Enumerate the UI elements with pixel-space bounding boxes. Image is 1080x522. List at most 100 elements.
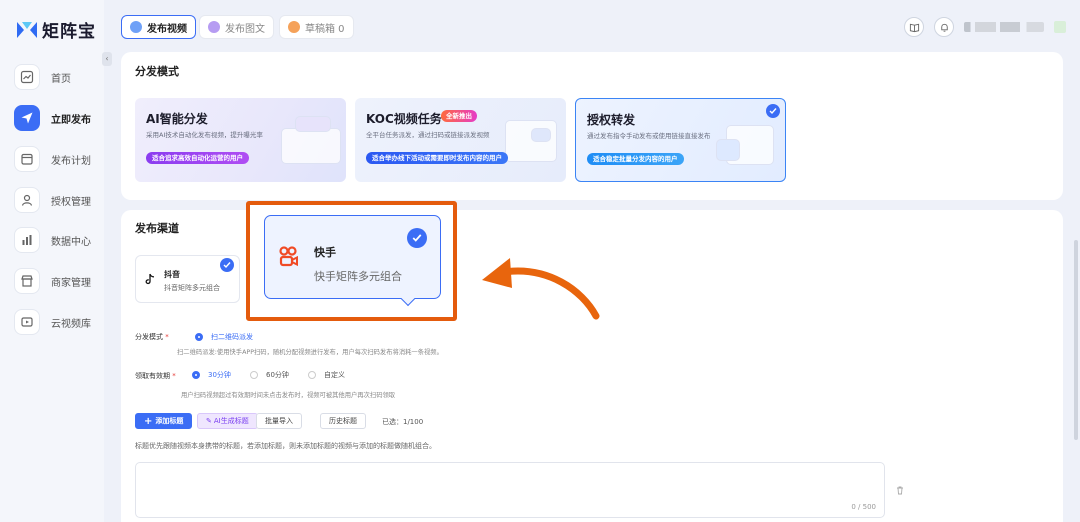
- sidebar-item-label: 云视频库: [51, 318, 91, 330]
- check-icon: [220, 258, 234, 272]
- required-mark: *: [165, 333, 169, 341]
- sidebar-item-data[interactable]: 数据中心: [14, 227, 91, 253]
- bell-icon[interactable]: [934, 17, 954, 37]
- history-titles-button[interactable]: 历史标题: [320, 413, 366, 429]
- batch-import-button[interactable]: 批量导入: [256, 413, 302, 429]
- mode-card-ai[interactable]: AI智能分发 采用AI技术自动化发布视频，提升曝光率 适合追求高效自动化运营的用…: [135, 98, 346, 182]
- channel-sub: 快手矩阵多元组合: [314, 270, 402, 283]
- video-tab-icon: [130, 21, 142, 33]
- radio-30min[interactable]: [192, 371, 200, 379]
- validity-label-text: 领取有效期: [135, 372, 170, 380]
- logo-icon: [17, 21, 37, 38]
- trash-icon[interactable]: [895, 485, 905, 495]
- card-illustration: [295, 116, 331, 132]
- page-scrollbar[interactable]: [1074, 240, 1078, 440]
- card-title: AI智能分发: [146, 112, 208, 126]
- annotation-arrow-icon: [482, 258, 600, 320]
- card-tag-button[interactable]: 适合追求高效自动化运营的用户: [146, 152, 249, 164]
- card-illustration: [531, 128, 551, 142]
- sidebar-item-publish[interactable]: 立即发布: [14, 105, 91, 131]
- sidebar-collapse-button[interactable]: ‹: [102, 52, 112, 66]
- douyin-icon: [145, 273, 155, 285]
- channel-kuaishou[interactable]: 快手 快手矩阵多元组合: [264, 215, 441, 307]
- card-desc: 全平台任务派发，通过扫码或链接派发视频: [366, 131, 490, 139]
- section-title: 发布渠道: [135, 222, 179, 235]
- image-text-tab-icon: [208, 21, 220, 33]
- mode-label-text: 分发模式: [135, 333, 163, 341]
- mode-card-koc[interactable]: KOC视频任务 全新推出 全平台任务派发，通过扫码或链接派发视频 适合举办线下活…: [355, 98, 566, 182]
- ai-generate-title-button[interactable]: ✎ AI生成标题: [197, 413, 258, 429]
- distribution-mode-panel: 分发模式 AI智能分发 采用AI技术自动化发布视频，提升曝光率 适合追求高效自动…: [121, 52, 1063, 200]
- sidebar-item-home[interactable]: 首页: [14, 64, 71, 90]
- drafts-tab-icon: [288, 21, 300, 33]
- radio-custom[interactable]: [308, 371, 316, 379]
- selected-count: 已选：1/100: [382, 418, 424, 426]
- mode-hint: 扫二维码派发:使用快手APP扫码，随机分配视频进行发布，用户每次扫码发布将消耗一…: [177, 349, 443, 356]
- sidebar-item-auth[interactable]: 授权管理: [14, 187, 91, 213]
- option-qr-dispatch[interactable]: 扫二维码派发: [211, 332, 253, 342]
- sidebar-item-label: 立即发布: [51, 114, 91, 126]
- top-bar: 发布视频 发布图文 草稿箱 0: [114, 0, 1080, 48]
- tab-label: 发布图文: [225, 23, 265, 35]
- card-desc: 采用AI技术自动化发布视频，提升曝光率: [146, 131, 263, 139]
- title-hint: 标题优先跟随视频本身携带的标题，若添加标题，则未添加标题的视频与添加的标题做随机…: [135, 442, 436, 450]
- radio-60min[interactable]: [250, 371, 258, 379]
- card-illustration: [281, 128, 341, 164]
- section-title: 分发模式: [135, 65, 179, 78]
- avatar[interactable]: [1054, 21, 1066, 33]
- option-custom[interactable]: 自定义: [324, 370, 345, 380]
- card-title: 授权转发: [587, 113, 636, 127]
- card-illustration: [505, 120, 557, 162]
- sidebar-item-label: 授权管理: [51, 196, 91, 208]
- sidebar-item-video-library[interactable]: 云视频库: [14, 309, 91, 335]
- user-account[interactable]: [964, 22, 1044, 32]
- sidebar-item-label: 商家管理: [51, 277, 91, 289]
- tab-publish-video[interactable]: 发布视频: [121, 15, 196, 39]
- add-title-button[interactable]: + 添加标题: [135, 413, 193, 429]
- calendar-icon: [14, 146, 40, 172]
- bar-chart-icon: [14, 227, 40, 253]
- sidebar-item-merchant[interactable]: 商家管理: [14, 268, 91, 294]
- pen-icon: ✎: [206, 417, 212, 425]
- option-30min[interactable]: 30分钟: [208, 370, 231, 380]
- option-60min[interactable]: 60分钟: [266, 370, 289, 380]
- sidebar-item-plan[interactable]: 发布计划: [14, 146, 91, 172]
- tab-label: 发布视频: [147, 23, 187, 35]
- card-desc: 通过发布指令手动发布或使用链接直接发布: [587, 132, 711, 140]
- card-title: KOC视频任务: [366, 112, 442, 126]
- char-counter: 0 / 500: [851, 503, 876, 511]
- sidebar-item-label: 发布计划: [51, 155, 91, 167]
- chart-line-icon: [14, 64, 40, 90]
- app-logo[interactable]: 矩阵宝: [16, 17, 96, 42]
- button-label: 添加标题: [155, 417, 184, 425]
- sidebar-item-label: 数据中心: [51, 236, 91, 248]
- card-illustration: [716, 139, 740, 161]
- check-icon: [407, 228, 427, 248]
- mode-label: 分发模式 *: [135, 332, 169, 342]
- card-tag-button[interactable]: 适合举办线下活动或需要即时发布内容的用户: [366, 152, 508, 164]
- tab-drafts[interactable]: 草稿箱 0: [279, 15, 354, 39]
- sidebar-item-label: 首页: [51, 73, 71, 85]
- button-label: AI生成标题: [213, 417, 249, 425]
- app-name: 矩阵宝: [42, 22, 96, 42]
- tab-publish-image-text[interactable]: 发布图文: [199, 15, 274, 39]
- kuaishou-icon: [279, 246, 298, 267]
- card-pointer: [400, 291, 416, 307]
- plus-icon: +: [144, 415, 153, 427]
- tab-label: 草稿箱 0: [305, 23, 345, 35]
- sidebar: 矩阵宝 首页 立即发布 发布计划 授权管理 数据中心 商家管理 云视频库: [0, 0, 104, 522]
- mode-card-authorized-forward[interactable]: 授权转发 通过发布指令手动发布或使用链接直接发布 适合稳定批量分发内容的用户: [575, 98, 786, 182]
- title-textarea[interactable]: 0 / 500: [135, 462, 885, 518]
- user-icon: [14, 187, 40, 213]
- check-icon: [766, 104, 780, 118]
- card-tag-button[interactable]: 适合稳定批量分发内容的用户: [587, 153, 684, 165]
- send-icon: [14, 105, 40, 131]
- top-right-tools: [904, 17, 1066, 37]
- video-library-icon: [14, 309, 40, 335]
- radio-qr-dispatch[interactable]: [195, 333, 203, 341]
- channel-name: 快手: [314, 246, 336, 259]
- highlight-box: 快手 快手矩阵多元组合: [246, 201, 457, 321]
- book-icon[interactable]: [904, 17, 924, 37]
- new-badge: 全新推出: [441, 110, 477, 122]
- required-mark: *: [172, 372, 176, 380]
